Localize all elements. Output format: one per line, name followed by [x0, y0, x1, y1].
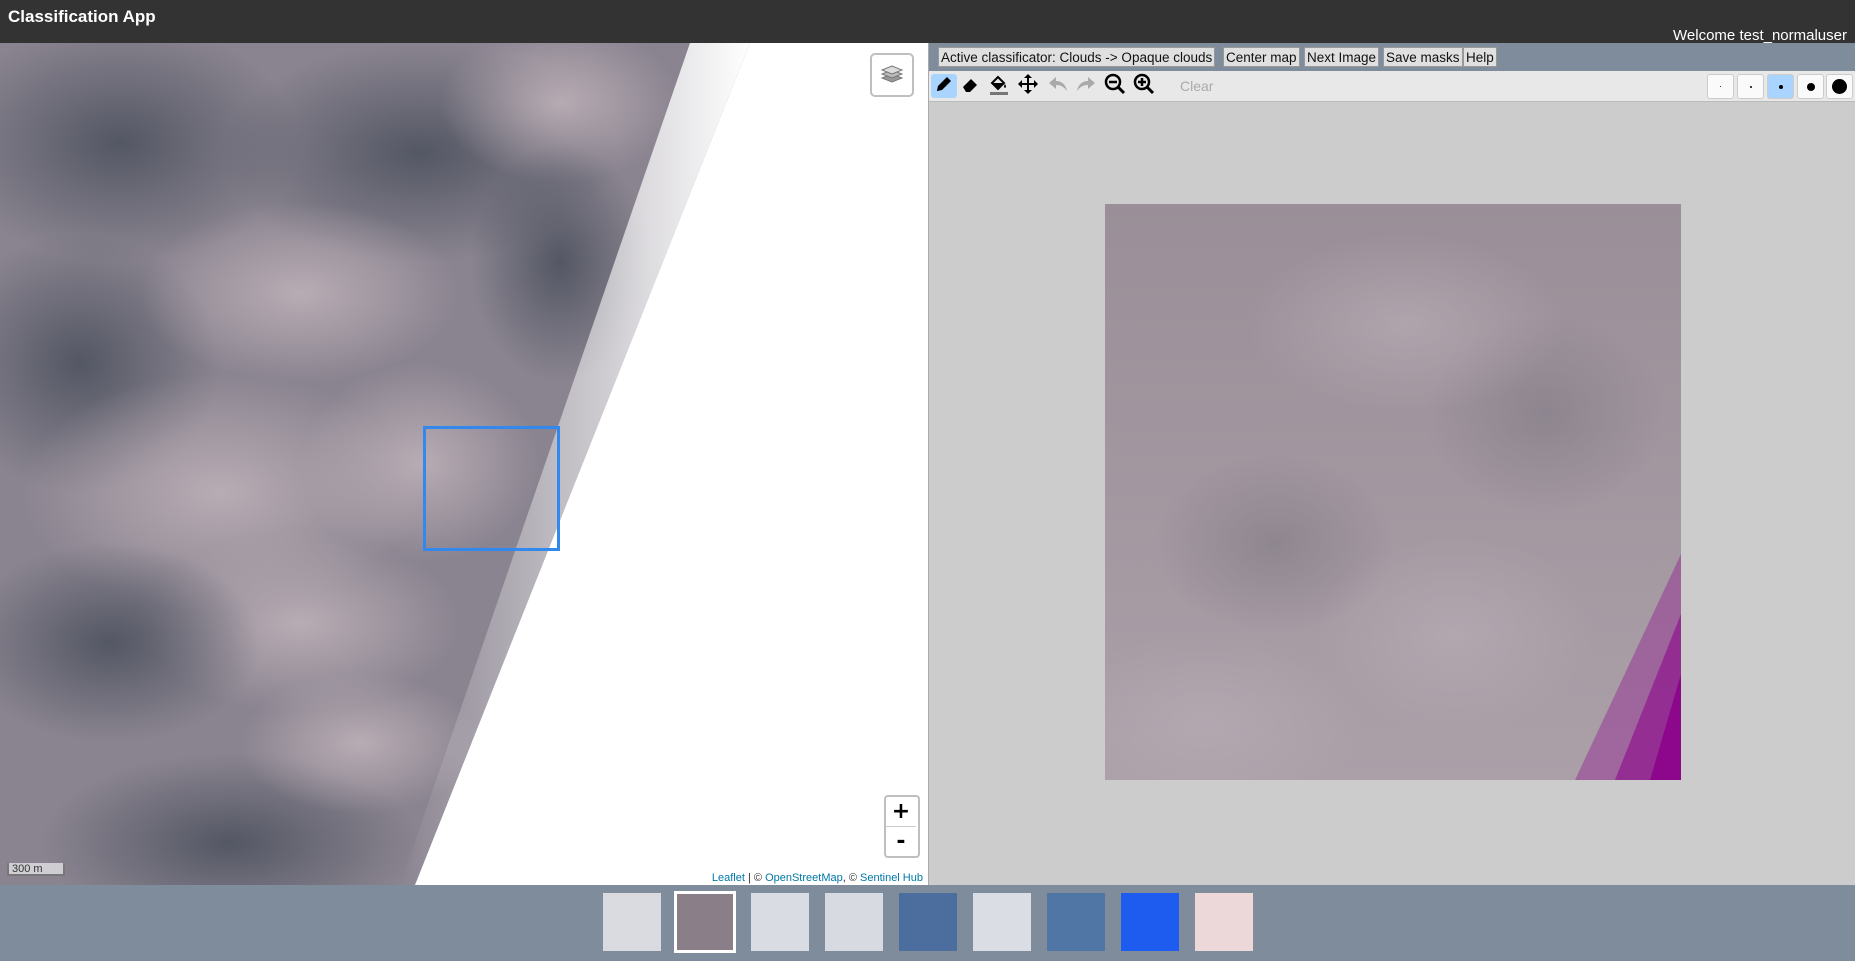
map-scale-bar: 300 m: [7, 863, 65, 876]
satellite-map[interactable]: + - 300 m Leaflet | © OpenStreetMap, © S…: [0, 43, 928, 885]
move-tool-button[interactable]: [1015, 73, 1041, 100]
redo-tool-button[interactable]: [1073, 74, 1099, 98]
zoom-in-icon: [1133, 73, 1155, 100]
brush-size-small[interactable]: [1737, 74, 1764, 99]
image-thumbnail[interactable]: [1121, 893, 1179, 951]
zoom-out-icon: [1104, 73, 1126, 100]
image-thumbnail-selected[interactable]: [674, 891, 736, 953]
zoom-in-tool-button[interactable]: [1131, 73, 1157, 100]
welcome-user: Welcome test_normaluser: [1673, 27, 1847, 44]
map-zoom-out-button[interactable]: -: [886, 827, 916, 856]
image-thumbnail[interactable]: [1195, 893, 1253, 951]
mask-drawing-canvas[interactable]: [1045, 204, 1681, 814]
help-button[interactable]: Help: [1463, 47, 1497, 67]
brush-size-medium[interactable]: [1767, 74, 1794, 99]
save-masks-button[interactable]: Save masks: [1383, 47, 1463, 67]
redo-icon: [1075, 74, 1097, 99]
fill-tool-button[interactable]: [986, 74, 1012, 98]
clear-button[interactable]: Clear: [1180, 78, 1213, 94]
mask-editor-panel: Active classificator: Clouds -> Opaque c…: [928, 43, 1855, 885]
image-thumbnail[interactable]: [1047, 893, 1105, 951]
active-classifier-button[interactable]: Active classificator: Clouds -> Opaque c…: [938, 47, 1216, 67]
map-zoom-control: + -: [884, 795, 920, 858]
zoom-out-tool-button[interactable]: [1102, 73, 1128, 100]
openstreetmap-link[interactable]: OpenStreetMap: [765, 872, 843, 884]
tile-image[interactable]: [1045, 204, 1681, 814]
brush-dot-icon: [1806, 82, 1815, 91]
brush-dot-icon: [1778, 84, 1783, 89]
layers-control-button[interactable]: [870, 53, 914, 97]
next-image-button[interactable]: Next Image: [1304, 47, 1380, 67]
move-icon: [1017, 73, 1039, 100]
attribution-separator: | ©: [744, 872, 766, 884]
leaflet-link[interactable]: Leaflet: [712, 872, 745, 884]
brush-size-xlarge[interactable]: [1826, 74, 1853, 99]
brush-dot-icon: [1749, 85, 1752, 88]
image-thumbnail-strip: [0, 885, 1855, 961]
app-title: Classification App: [8, 7, 156, 26]
drawing-toolbar: Clear: [929, 71, 1855, 102]
brush-dot-icon: [1720, 86, 1721, 87]
pencil-icon: [934, 74, 954, 99]
selected-tile-outline: [423, 426, 560, 551]
fill-bucket-icon: [988, 73, 1010, 100]
app-header: Classification App Welcome test_normalus…: [0, 0, 1855, 44]
pencil-tool-button[interactable]: [931, 74, 957, 98]
image-thumbnail[interactable]: [751, 893, 809, 951]
image-thumbnail[interactable]: [899, 893, 957, 951]
editor-menu-bar: Active classificator: Clouds -> Opaque c…: [929, 43, 1855, 71]
undo-tool-button[interactable]: [1045, 74, 1071, 98]
image-thumbnail[interactable]: [825, 893, 883, 951]
image-thumbnail[interactable]: [603, 893, 661, 951]
brush-dot-icon: [1832, 79, 1847, 94]
map-attribution: Leaflet | © OpenStreetMap, © Sentinel Hu…: [706, 871, 928, 885]
map-zoom-in-button[interactable]: +: [886, 797, 916, 827]
undo-icon: [1047, 74, 1069, 99]
layers-icon: [879, 60, 905, 91]
eraser-tool-button[interactable]: [957, 74, 983, 98]
eraser-icon: [960, 74, 980, 99]
center-map-button[interactable]: Center map: [1223, 47, 1300, 67]
sentinel-hub-link[interactable]: Sentinel Hub: [860, 872, 923, 884]
brush-size-large[interactable]: [1797, 74, 1824, 99]
attribution-separator: , ©: [842, 872, 860, 884]
brush-size-tiny[interactable]: [1707, 74, 1734, 99]
image-thumbnail[interactable]: [973, 893, 1031, 951]
